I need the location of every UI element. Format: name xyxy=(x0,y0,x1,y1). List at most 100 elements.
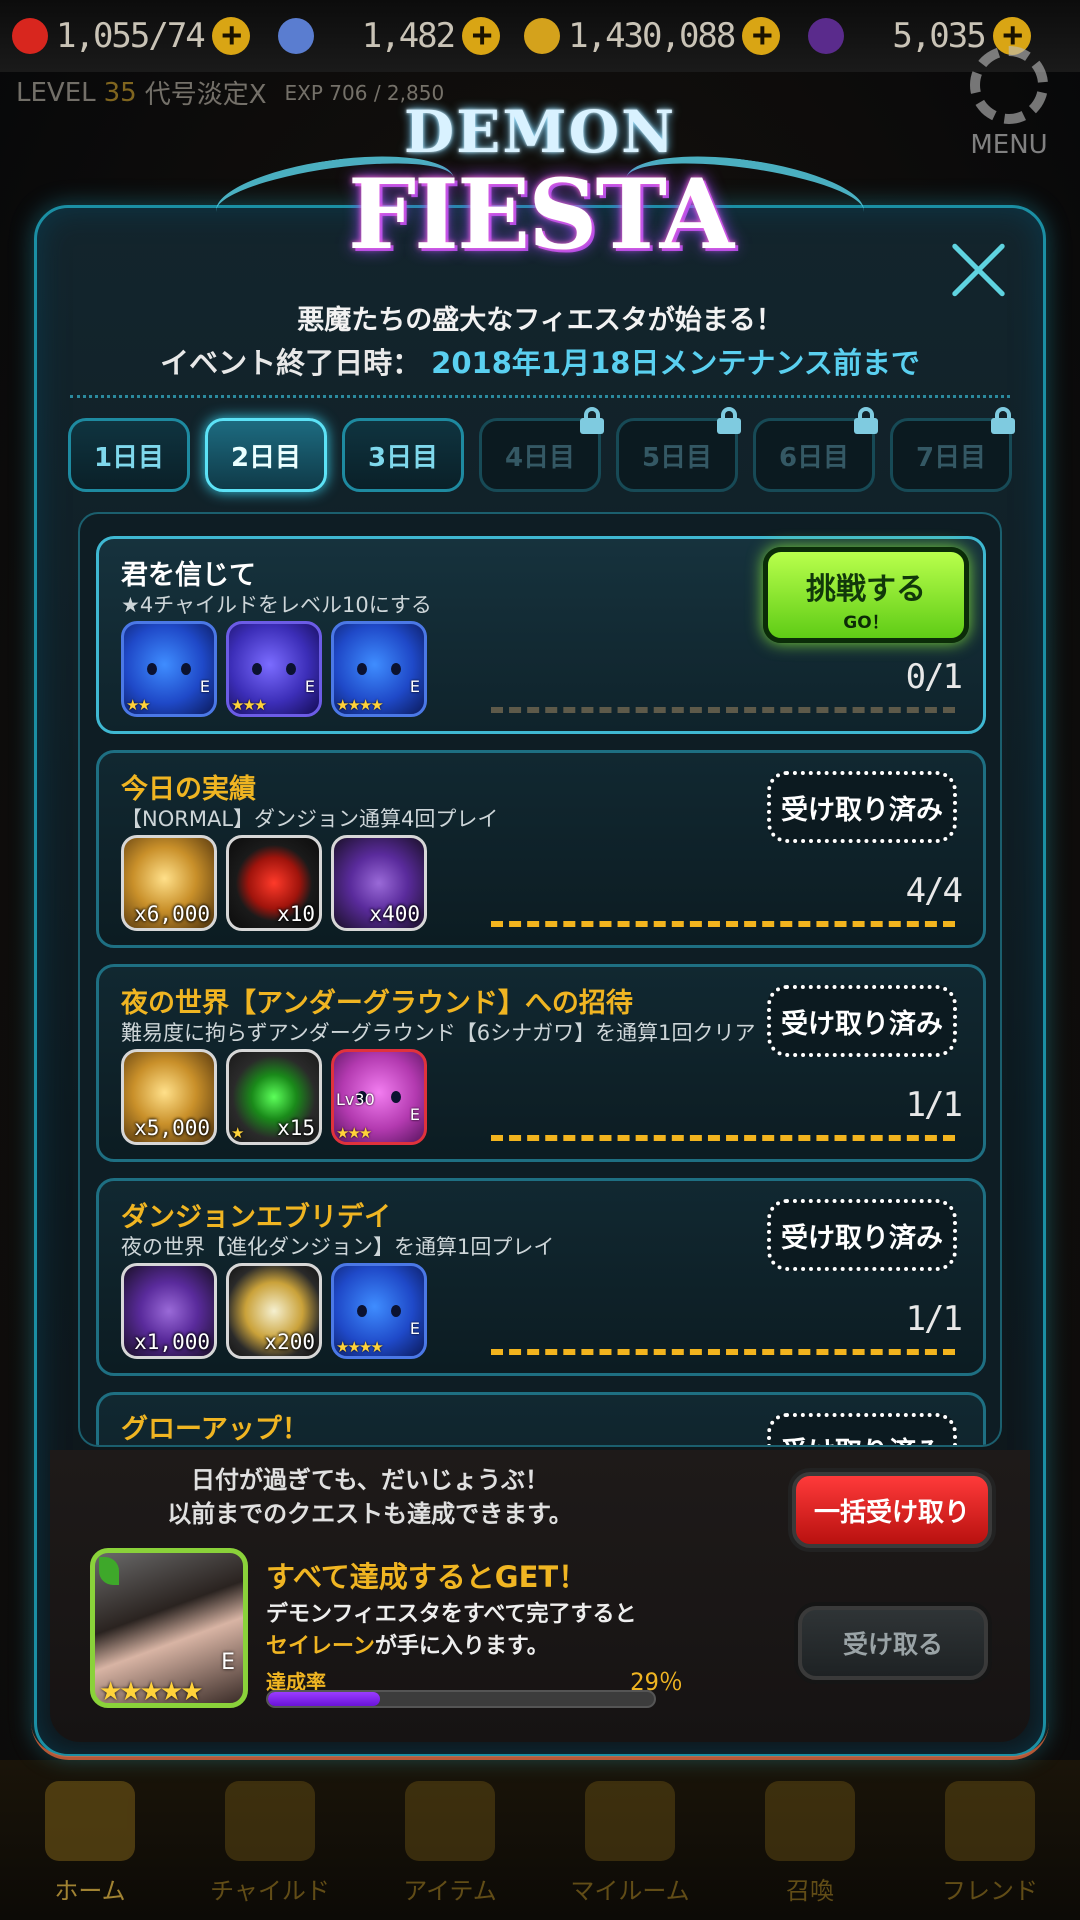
gems-value: 1,482 xyxy=(361,16,456,56)
footer-note-2: 以前までのクエストも達成できます。 xyxy=(167,1500,573,1528)
reward-icons: x1,000 x200 E ★★★★ xyxy=(121,1263,427,1359)
tab-day-7[interactable]: 7日目 xyxy=(890,407,1015,492)
siren-avatar[interactable]: E ★★★★★ xyxy=(90,1548,248,1708)
nav-label: マイルーム xyxy=(570,1877,690,1905)
challenge-button[interactable]: 挑戦する GO！ xyxy=(763,547,969,643)
pink-child-icon[interactable]: Lv30 E ★★★ xyxy=(331,1049,427,1145)
challenge-label: 挑戦する xyxy=(806,572,926,607)
nav-label: 召喚 xyxy=(786,1877,834,1905)
tab-day-1[interactable]: 1日目 xyxy=(68,418,190,492)
lock-icon xyxy=(854,407,878,434)
blue-child-icon[interactable]: E ★★ xyxy=(121,621,217,717)
reward-count: x6,000 xyxy=(134,902,210,926)
rarity-stars: ★★ xyxy=(126,696,151,714)
tab-day-4[interactable]: 4日目 xyxy=(479,407,604,492)
progress-track xyxy=(491,707,955,713)
gold-coins-icon[interactable]: x6,000 xyxy=(121,835,217,931)
quest-list[interactable]: 君を信じて ★4チャイルドをレベル10にする E ★★ E ★★★ E ★★★★ 挑戦… xyxy=(78,512,1002,1447)
tab-label: 4日目 xyxy=(504,442,576,473)
coin-icon xyxy=(524,18,561,54)
coins-value: 1,430,088 xyxy=(568,16,736,56)
silver-coin-icon[interactable]: x200 xyxy=(226,1263,322,1359)
sword-icon xyxy=(405,1781,495,1861)
tab-label: 5日目 xyxy=(641,442,713,473)
leaf-icon xyxy=(99,1557,119,1585)
progress-track xyxy=(491,921,955,927)
rank-label: E xyxy=(304,677,315,696)
add-gems-button[interactable]: + xyxy=(462,17,501,55)
menu-button[interactable]: MENU xyxy=(964,46,1054,160)
reward-desc-1: デモンフィエスタをすべて完了すると xyxy=(266,1602,637,1627)
bulk-claim-button[interactable]: 一括受け取り xyxy=(792,1472,992,1548)
completion-progress-fill xyxy=(268,1692,380,1706)
home-icon xyxy=(45,1781,135,1861)
purple-gem-icon[interactable]: x400 xyxy=(331,835,427,931)
blue-slime-icon[interactable]: E ★★★★ xyxy=(331,621,427,717)
purple-gem-icon[interactable]: x1,000 xyxy=(121,1263,217,1359)
quest-title: 君を信じて xyxy=(121,560,256,591)
nav-item[interactable]: アイテム xyxy=(360,1760,540,1920)
quest-card: グローアップ！ 受け取り済み xyxy=(96,1392,986,1445)
reward-count: x200 xyxy=(264,1330,315,1354)
reward-name: セイレーン xyxy=(266,1634,375,1659)
reward-count: x15 xyxy=(277,1116,315,1140)
receive-button[interactable]: 受け取る xyxy=(798,1606,988,1680)
level-label: Lv30 xyxy=(336,1090,375,1109)
go-label: GO！ xyxy=(843,613,889,633)
tab-day-6[interactable]: 6日目 xyxy=(753,407,878,492)
bottom-nav: ホーム チャイルド アイテム マイルーム 召喚 フレンド xyxy=(0,1760,1080,1920)
hearts-value: 1,055/74 xyxy=(56,16,206,56)
claimed-badge: 受け取り済み xyxy=(767,1413,957,1445)
completion-progress-bar xyxy=(266,1690,656,1708)
claimed-badge: 受け取り済み xyxy=(767,985,957,1057)
tab-day-5[interactable]: 5日目 xyxy=(616,407,741,492)
crystal-icon xyxy=(808,18,845,54)
quest-desc: 夜の世界【進化ダンジョン】を通算1回プレイ xyxy=(121,1235,555,1259)
quest-desc: ★4チャイルドをレベル10にする xyxy=(121,593,432,617)
purple-child-icon[interactable]: E ★★★ xyxy=(226,621,322,717)
rarity-stars: ★ xyxy=(231,1124,245,1142)
logo-line2: FIESTA xyxy=(347,158,734,271)
lock-icon xyxy=(991,407,1015,434)
quest-progress: 1/1 xyxy=(905,1085,963,1125)
claimed-badge: 受け取り済み xyxy=(767,771,957,843)
hearts-resource: 1,055/74 + xyxy=(12,16,250,56)
nav-friend[interactable]: フレンド xyxy=(900,1760,1080,1920)
heart-icon[interactable]: x10 xyxy=(226,835,322,931)
quest-progress: 4/4 xyxy=(905,871,963,911)
nav-home[interactable]: ホーム xyxy=(0,1760,180,1920)
nav-label: フレンド xyxy=(942,1877,1038,1905)
tab-day-3[interactable]: 3日目 xyxy=(342,418,464,492)
quest-progress: 1/1 xyxy=(905,1299,963,1339)
nav-child[interactable]: チャイルド xyxy=(180,1760,360,1920)
rarity-stars: ★★★★★ xyxy=(99,1677,204,1707)
blue-slime-icon[interactable]: E ★★★★ xyxy=(331,1263,427,1359)
nav-label: チャイルド xyxy=(210,1877,330,1905)
quest-title: グローアップ！ xyxy=(121,1414,309,1445)
screen: 1,055/74 + 1,482 + 1,430,088 + 5,035 + L… xyxy=(0,0,1080,1920)
tab-label: 7日目 xyxy=(915,442,987,473)
tab-day-2[interactable]: 2日目 xyxy=(205,418,327,492)
nav-myroom[interactable]: マイルーム xyxy=(540,1760,720,1920)
green-gem-icon[interactable]: x15 ★ xyxy=(226,1049,322,1145)
close-icon[interactable] xyxy=(948,240,1008,300)
gold-coins-icon[interactable]: x5,000 xyxy=(121,1049,217,1145)
lock-icon xyxy=(717,407,741,434)
reward-desc-rest: が手に入ります。 xyxy=(374,1634,549,1659)
quest-desc: 難易度に拘らずアンダーグラウンド【6シナガワ】を通算1回クリア xyxy=(121,1021,756,1045)
shield-icon xyxy=(945,1781,1035,1861)
nav-summon[interactable]: 召喚 xyxy=(720,1760,900,1920)
reward-desc-2: セイレーンが手に入ります。 xyxy=(266,1628,549,1660)
period-date: 2018年1月18日メンテナンス前まで xyxy=(431,346,920,380)
reward-count: x400 xyxy=(369,902,420,926)
level-value: 35 xyxy=(103,77,137,108)
reward-count: x1,000 xyxy=(134,1330,210,1354)
menu-label: MENU xyxy=(970,130,1048,160)
add-coins-button[interactable]: + xyxy=(742,17,781,55)
quest-card: 今日の実績 【NORMAL】ダンジョン通算4回プレイ x6,000 x10 x4… xyxy=(96,750,986,948)
rarity-stars: ★★★ xyxy=(231,696,267,714)
quest-progress: 0/1 xyxy=(905,657,963,697)
add-hearts-button[interactable]: + xyxy=(211,17,250,55)
completion-reward-section: 日付が過ぎても、だいじょうぶ！ 以前までのクエストも達成できます。 一括受け取り… xyxy=(50,1450,1030,1742)
level-label: LEVEL xyxy=(16,77,96,108)
